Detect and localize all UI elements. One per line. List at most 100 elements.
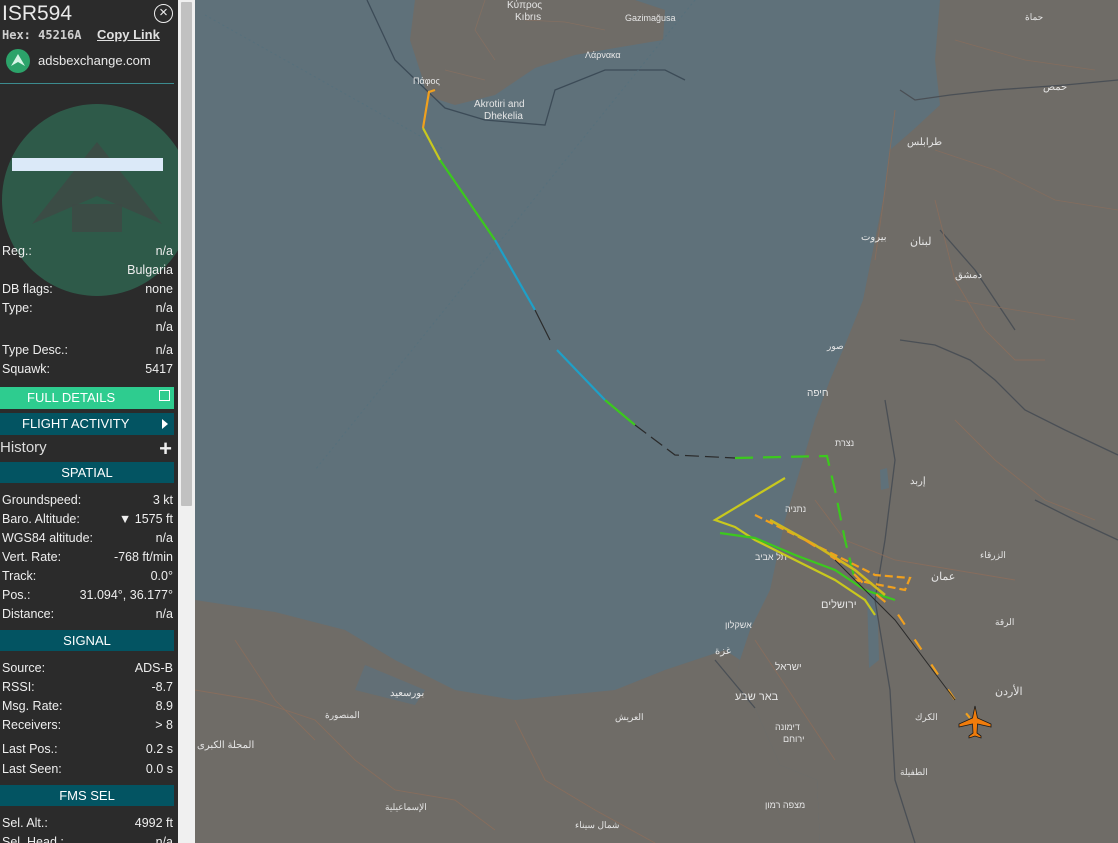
info-row: Last Pos.: 0.2 s [2,742,173,760]
label-kibris: Kıbrıs [515,12,541,23]
row-value: n/a [155,607,173,621]
adsbexchange-link[interactable]: adsbexchange.com [38,53,151,68]
scrollbar-thumb[interactable] [181,2,192,506]
row-value: n/a [155,320,173,334]
row-label: Squawk: [2,362,50,376]
row-value: none [145,282,173,296]
map-view[interactable]: Κύπρος Kıbrıs Gazimağusa Λάρνακα Πάφος A… [195,0,1118,843]
row-label: Msg. Rate: [2,699,63,713]
label-jordan: الأردن [995,684,1023,698]
row-label: Source: [2,661,46,675]
label-pafos: Πάφος [413,76,441,86]
row-label: DB flags: [2,282,53,296]
info-row: Receivers: > 8 [2,718,173,736]
info-row: Msg. Rate: 8.9 [2,699,173,717]
section-fms: FMS SEL [0,785,174,806]
label-zarqa: الزرقاء [980,550,1006,561]
row-label: RSSI: [2,680,35,694]
label-gaza: غزة [715,646,731,657]
row-label: Last Seen: [2,762,62,776]
divider [0,83,174,84]
info-row: Groundspeed: 3 kt [2,493,173,511]
row-value: n/a [155,835,173,843]
sidebar-scrollbar[interactable] [178,0,195,843]
full-details-label: FULL DETAILS [27,390,116,405]
aircraft-callsign: ISR594 [2,2,73,25]
row-label: Sel. Alt.: [2,816,48,830]
info-row: Source: ADS-B [2,661,173,679]
copy-link[interactable]: Copy Link [97,27,160,42]
info-row: Baro. Altitude: ▼ 1575 ft [2,512,173,530]
info-row: WGS84 altitude: n/a [2,531,173,549]
row-label: Vert. Rate: [2,550,62,564]
info-row: Bulgaria [2,263,173,281]
row-value: 0.0° [150,569,173,583]
info-row: Sel. Alt.: 4992 ft [2,816,173,834]
label-damascus: دمشق [955,270,982,281]
label-ashkelon: אשקלון [725,620,752,630]
row-label: Pos.: [2,588,31,602]
label-mitzpe: מצפה רמון [765,800,805,810]
label-raqqa: الرقة [995,617,1014,628]
label-haifa: חיפה [807,388,828,399]
row-value: -768 ft/min [113,550,173,564]
hex-label: Hex: [2,28,31,42]
photo-caption-bar [12,158,163,171]
info-row: Sel. Head.: n/a [2,835,173,843]
aircraft-info-panel: ISR594 × Hex: 45216A Copy Link adsbexcha… [0,0,178,843]
info-row: Reg.: n/a [2,244,173,262]
info-row: Vert. Rate: -768 ft/min [2,550,173,568]
label-arish: العريش [615,712,644,723]
full-details-button[interactable]: FULL DETAILS [0,387,174,409]
flight-activity-button[interactable]: FLIGHT ACTIVITY [0,413,174,435]
close-icon[interactable]: × [154,4,173,23]
label-tafila: الطفيلة [900,767,928,777]
dead-sea [867,588,879,668]
row-label: Baro. Altitude: [2,512,80,526]
label-beer-sheva: באר שבע [735,691,779,703]
label-ismailia: الإسماعيلية [385,802,427,813]
row-label: Receivers: [2,718,62,732]
history-toggle[interactable]: History + [0,436,174,461]
row-value: ▼ 1575 ft [118,512,173,526]
info-row: Type Desc.: n/a [2,343,173,361]
label-akrotiri: Akrotiri and [474,99,525,110]
row-value: 0.0 s [145,762,173,776]
history-label: History [0,439,47,456]
info-row: Distance: n/a [2,607,173,625]
row-label: Groundspeed: [2,493,82,507]
row-label: Last Pos.: [2,742,58,756]
hex-value: 45216A [38,28,82,42]
label-tripoli: طرابلس [907,137,942,148]
row-label: Reg.: [2,244,32,258]
info-row: DB flags: none [2,282,173,300]
row-label: Track: [2,569,37,583]
section-spatial: SPATIAL [0,462,174,483]
row-value: 8.9 [155,699,173,713]
row-value: 3 kt [152,493,173,507]
label-homs: حمص [1043,82,1067,93]
external-link-icon [159,390,170,401]
label-kypros: Κύπρος [507,0,542,11]
info-row: RSSI: -8.7 [2,680,173,698]
label-dhekelia: Dhekelia [484,111,523,122]
info-row: Squawk: 5417 [2,362,173,380]
row-value: ADS-B [134,661,173,675]
label-dimona: דימונה [775,722,800,732]
row-value: n/a [155,301,173,315]
label-hama: حماة [1025,12,1043,22]
label-amman: عمان [931,571,955,583]
info-row: Last Seen: 0.0 s [2,762,173,780]
row-value: n/a [155,531,173,545]
row-label: Distance: [2,607,55,621]
label-jerusalem: ירושלים [821,598,857,611]
hex-row: Hex: 45216A [2,28,82,42]
label-beirut: بيروت [861,232,887,243]
info-row: n/a [2,320,173,338]
label-gazimagusa: Gazimağusa [625,13,676,23]
section-signal: SIGNAL [0,630,174,651]
row-value: -8.7 [151,680,173,694]
label-larnaka: Λάρνακα [585,50,621,60]
label-tyre: صور [826,341,844,352]
info-row: Track: 0.0° [2,569,173,587]
